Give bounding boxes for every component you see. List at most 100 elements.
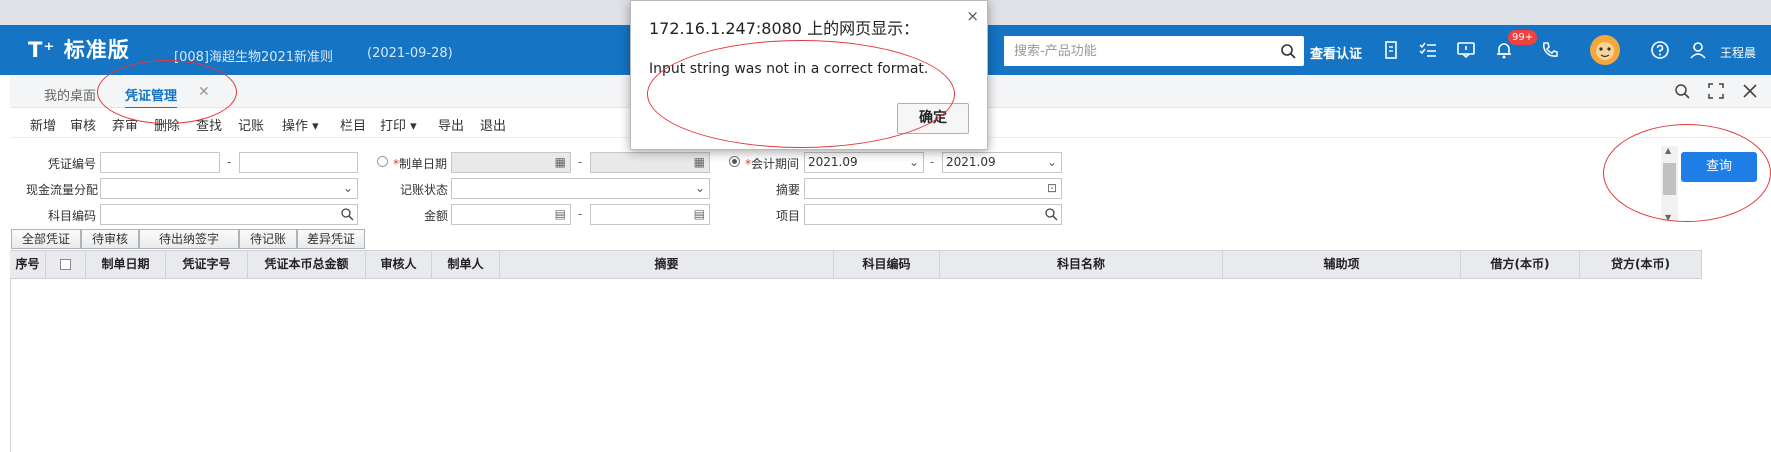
close-icon[interactable]: ×	[966, 7, 979, 25]
tab-my-desktop[interactable]: 我的桌面	[44, 85, 96, 104]
period-from-select[interactable]: 2021.09 ⌄	[804, 152, 924, 173]
amount-from-input[interactable]: ▤	[451, 204, 571, 225]
company-date: (2021-09-28)	[367, 46, 453, 61]
annotation-ellipse	[647, 40, 955, 148]
checkbox[interactable]	[60, 259, 71, 270]
chevron-down-icon: ⌄	[694, 181, 705, 195]
search-icon[interactable]	[340, 207, 354, 221]
columns-button[interactable]: 栏目	[340, 115, 366, 134]
radio-dot	[732, 159, 737, 164]
col-date[interactable]: 制单日期	[86, 251, 166, 278]
col-summary[interactable]: 摘要	[500, 251, 834, 278]
all-vouchers-button[interactable]: 全部凭证	[11, 229, 81, 249]
date-label: *制单日期	[393, 155, 447, 172]
period-radio[interactable]	[729, 156, 740, 167]
monkey-icon	[1596, 42, 1614, 60]
period-label: *会计期间	[745, 155, 799, 172]
cashflow-select[interactable]: ⌄	[100, 178, 358, 199]
product-search	[1004, 36, 1304, 66]
verify-link[interactable]: 查看认证	[1310, 43, 1362, 62]
range-dash: -	[227, 155, 232, 169]
pending-cashier-button[interactable]: 待出纳签字	[139, 229, 239, 249]
chevron-down-icon: ⌄	[908, 155, 919, 169]
search-icon[interactable]	[1673, 82, 1691, 100]
print-label: 打印	[380, 119, 407, 134]
notification-badge: 99+	[1508, 30, 1538, 45]
print-menu[interactable]: 打印 ▾	[380, 115, 417, 134]
date-label-text: 制单日期	[399, 157, 448, 171]
operate-menu[interactable]: 操作 ▾	[282, 115, 319, 134]
amount-label: 金额	[423, 209, 448, 223]
message-icon[interactable]	[1456, 40, 1476, 60]
summary-input[interactable]: ⊡	[804, 178, 1062, 199]
posting-status-label: 记账状态	[399, 183, 448, 197]
col-auditor[interactable]: 审核人	[366, 251, 432, 278]
annotation-ellipse	[1603, 124, 1771, 222]
period-label-text: 会计期间	[751, 157, 800, 171]
project-input[interactable]	[804, 204, 1062, 225]
diff-vouchers-button[interactable]: 差异凭证	[297, 229, 365, 249]
company-name[interactable]: [008]海超生物2021新准则	[174, 46, 333, 65]
user-icon[interactable]	[1688, 40, 1708, 60]
audit-button[interactable]: 审核	[70, 115, 96, 134]
date-from-input[interactable]: ▦	[451, 152, 571, 173]
col-credit[interactable]: 贷方(本币)	[1580, 251, 1702, 278]
chevron-down-icon: ⌄	[1046, 155, 1057, 169]
account-code-input[interactable]	[100, 204, 358, 225]
col-debit[interactable]: 借方(本币)	[1461, 251, 1580, 278]
search-icon[interactable]	[1280, 43, 1296, 59]
pending-audit-button[interactable]: 待审核	[81, 229, 139, 249]
calculator-icon[interactable]: ▤	[555, 205, 566, 224]
dialog-title: 172.16.1.247:8080 上的网页显示：	[649, 19, 920, 38]
posting-status-select[interactable]: ⌄	[451, 178, 710, 199]
mascot-avatar[interactable]	[1590, 35, 1620, 65]
date-to-input[interactable]: ▦	[590, 152, 710, 173]
export-button[interactable]: 导出	[438, 115, 464, 134]
voucher-table: 序号 制单日期 凭证字号 凭证本币总金额 审核人 制单人 摘要 科目编码 科目名…	[10, 250, 1771, 452]
date-radio[interactable]	[377, 156, 388, 167]
calendar-icon[interactable]: ▦	[555, 153, 566, 172]
summary-label: 摘要	[775, 183, 800, 197]
calculator-icon[interactable]: ▤	[694, 205, 705, 224]
fullscreen-icon[interactable]	[1707, 82, 1725, 100]
range-dash: -	[578, 155, 583, 169]
col-account-code[interactable]: 科目编码	[834, 251, 940, 278]
operate-label: 操作	[282, 119, 309, 134]
pending-post-button[interactable]: 待记账	[239, 229, 297, 249]
period-to-value: 2021.09	[946, 155, 996, 169]
range-dash: -	[930, 155, 935, 169]
cashflow-label: 现金流量分配	[25, 183, 98, 197]
lookup-icon[interactable]: ⊡	[1047, 179, 1057, 198]
col-index: 序号	[10, 251, 46, 278]
calendar-icon[interactable]: ▦	[694, 153, 705, 172]
document-icon[interactable]	[1381, 40, 1401, 60]
search-icon[interactable]	[1044, 207, 1058, 221]
col-account-name[interactable]: 科目名称	[940, 251, 1223, 278]
voucher-no-from-input[interactable]	[100, 152, 220, 173]
project-label: 项目	[775, 209, 800, 223]
post-button[interactable]: 记账	[238, 115, 264, 134]
period-to-select[interactable]: 2021.09 ⌄	[942, 152, 1062, 173]
checklist-icon[interactable]	[1418, 40, 1438, 60]
col-voucher-no[interactable]: 凭证字号	[166, 251, 248, 278]
phone-icon[interactable]	[1540, 40, 1560, 60]
user-name[interactable]: 王程晨	[1720, 44, 1756, 61]
voucher-no-label: 凭证编号	[47, 157, 96, 171]
new-button[interactable]: 新增	[30, 115, 56, 134]
period-from-value: 2021.09	[808, 155, 858, 169]
account-code-label: 科目编码	[47, 209, 96, 223]
amount-to-input[interactable]: ▤	[590, 204, 710, 225]
search-input[interactable]	[1004, 36, 1259, 66]
close-icon[interactable]	[1741, 82, 1759, 100]
voucher-no-to-input[interactable]	[239, 152, 358, 173]
help-icon[interactable]	[1650, 40, 1670, 60]
col-creator[interactable]: 制单人	[432, 251, 500, 278]
screen: { "app": { "logo_text": "T⁺ 标准版", "compa…	[0, 0, 1771, 452]
col-select-all[interactable]	[46, 251, 86, 278]
chevron-down-icon: ⌄	[342, 181, 353, 195]
col-auxiliary[interactable]: 辅助项	[1223, 251, 1461, 278]
col-total-amount[interactable]: 凭证本币总金额	[248, 251, 366, 278]
exit-button[interactable]: 退出	[480, 115, 506, 134]
chevron-down-icon: ▾	[406, 119, 417, 134]
table-header: 序号 制单日期 凭证字号 凭证本币总金额 审核人 制单人 摘要 科目编码 科目名…	[10, 250, 1702, 279]
